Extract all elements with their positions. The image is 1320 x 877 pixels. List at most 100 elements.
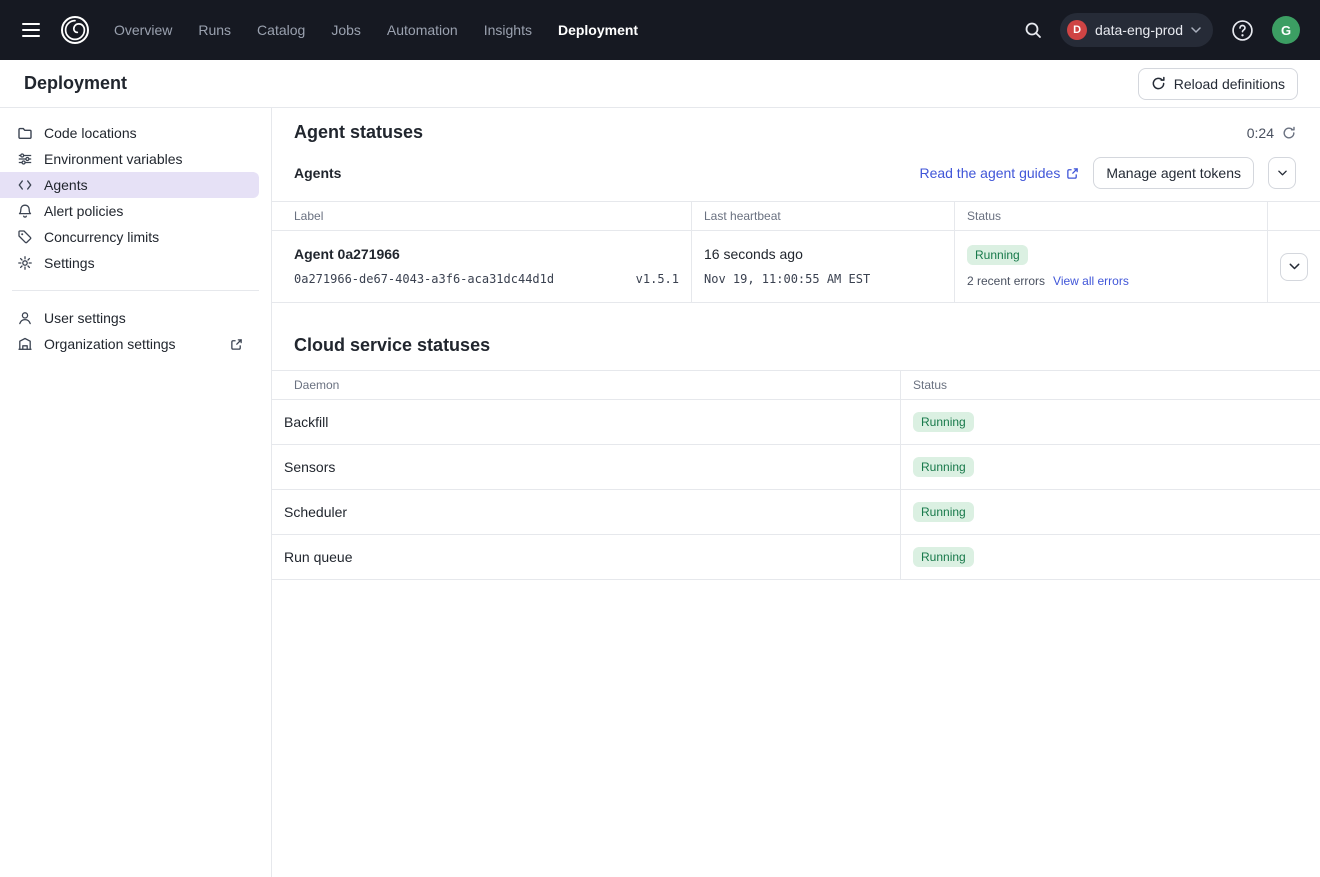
page-title: Deployment — [24, 73, 127, 94]
agent-recent-errors: 2 recent errors — [967, 274, 1045, 288]
agent-expander-cell — [1268, 231, 1320, 303]
reload-icon — [1151, 76, 1166, 91]
column-header-heartbeat: Last heartbeat — [692, 202, 955, 231]
sidebar-item-code-locations[interactable]: Code locations — [0, 120, 259, 146]
building-icon — [16, 336, 34, 352]
deployment-switcher[interactable]: D data-eng-prod — [1060, 13, 1213, 47]
sidebar-item-concurrency-limits[interactable]: Concurrency limits — [0, 224, 259, 250]
daemon-status-cell: Running — [901, 400, 1320, 445]
refresh-icon — [1282, 126, 1296, 140]
daemon-name: Scheduler — [284, 504, 347, 520]
nav-item-runs[interactable]: Runs — [198, 22, 231, 38]
daemon-name-cell: Run queue — [272, 535, 901, 580]
agent-heartbeat-cell: 16 seconds ago Nov 19, 11:00:55 AM EST — [692, 231, 955, 303]
deployment-badge: D — [1067, 20, 1087, 40]
column-header-status: Status — [955, 202, 1268, 231]
agent-heartbeat-timestamp: Nov 19, 11:00:55 AM EST — [704, 272, 942, 286]
sidebar-item-label: Concurrency limits — [44, 229, 159, 245]
daemon-name-cell: Backfill — [272, 400, 901, 445]
person-icon — [16, 310, 34, 326]
agent-name: Agent 0a271966 — [294, 245, 679, 263]
daemon-status-badge: Running — [913, 502, 974, 522]
primary-nav: Overview Runs Catalog Jobs Automation In… — [114, 22, 638, 38]
search-icon[interactable] — [1020, 17, 1046, 43]
agent-status-cell: Running 2 recent errors View all errors — [955, 231, 1268, 303]
nav-item-insights[interactable]: Insights — [484, 22, 532, 38]
daemon-status-badge: Running — [913, 412, 974, 432]
daemon-status-badge: Running — [913, 457, 974, 477]
agents-section-label: Agents — [294, 165, 341, 181]
gear-icon — [16, 255, 34, 271]
agent-status-badge: Running — [967, 245, 1028, 265]
column-header-daemon: Daemon — [272, 371, 901, 400]
daemon-name-cell: Scheduler — [272, 490, 901, 535]
reload-definitions-button[interactable]: Reload definitions — [1138, 68, 1298, 100]
daemon-name: Sensors — [284, 459, 335, 475]
nav-item-deployment[interactable]: Deployment — [558, 22, 638, 38]
sidebar-item-label: Code locations — [44, 125, 137, 141]
folder-icon — [16, 125, 34, 141]
daemon-name-cell: Sensors — [272, 445, 901, 490]
sidebar-item-environment-variables[interactable]: Environment variables — [0, 146, 259, 172]
daemon-status-cell: Running — [901, 445, 1320, 490]
agent-heartbeat-relative: 16 seconds ago — [704, 245, 942, 263]
agent-guides-link[interactable]: Read the agent guides — [919, 165, 1079, 181]
sidebar-item-agents[interactable]: Agents — [0, 172, 259, 198]
sidebar-item-label: Settings — [44, 255, 95, 271]
agent-statuses-title: Agent statuses — [294, 122, 423, 143]
agent-guides-link-label: Read the agent guides — [919, 165, 1060, 181]
agent-icon — [16, 177, 34, 193]
agent-label-cell: Agent 0a271966 0a271966-de67-4043-a3f6-a… — [272, 231, 692, 303]
dagster-logo-icon[interactable] — [58, 13, 92, 47]
chevron-down-icon — [1289, 263, 1300, 270]
user-avatar[interactable]: G — [1272, 16, 1300, 44]
manage-agent-tokens-button[interactable]: Manage agent tokens — [1093, 157, 1254, 189]
sidebar-item-label: User settings — [44, 310, 126, 326]
sidebar-item-organization-settings[interactable]: Organization settings — [0, 331, 259, 357]
view-all-errors-link[interactable]: View all errors — [1053, 274, 1129, 288]
top-navigation: Overview Runs Catalog Jobs Automation In… — [0, 0, 1320, 60]
nav-item-jobs[interactable]: Jobs — [331, 22, 361, 38]
nav-item-overview[interactable]: Overview — [114, 22, 172, 38]
sidebar-item-settings[interactable]: Settings — [0, 250, 259, 276]
sidebar-item-user-settings[interactable]: User settings — [0, 305, 259, 331]
daemon-name: Backfill — [284, 414, 328, 430]
daemon-status-badge: Running — [913, 547, 974, 567]
expand-agent-row-button[interactable] — [1280, 253, 1308, 281]
chevron-down-icon — [1191, 27, 1201, 33]
menu-icon[interactable] — [16, 17, 46, 43]
external-link-icon — [1066, 167, 1079, 180]
sidebar-item-label: Alert policies — [44, 203, 123, 219]
sidebar-item-label: Agents — [44, 177, 88, 193]
daemon-name: Run queue — [284, 549, 353, 565]
reload-definitions-label: Reload definitions — [1174, 76, 1285, 92]
column-header-label: Label — [272, 202, 692, 231]
sidebar-item-alert-policies[interactable]: Alert policies — [0, 198, 259, 224]
help-icon[interactable] — [1227, 15, 1258, 46]
daemon-status-cell: Running — [901, 490, 1320, 535]
sidebar-item-label: Environment variables — [44, 151, 183, 167]
tag-icon — [16, 229, 34, 245]
nav-item-automation[interactable]: Automation — [387, 22, 458, 38]
cloud-service-statuses-title: Cloud service statuses — [294, 335, 1320, 356]
cloud-services-table: Daemon Status Backfill Running Sensors R… — [272, 370, 1320, 580]
agents-more-actions-button[interactable] — [1268, 157, 1296, 189]
sliders-icon — [16, 151, 34, 167]
sidebar-divider — [12, 290, 259, 291]
manage-agent-tokens-label: Manage agent tokens — [1106, 165, 1241, 181]
column-header-status: Status — [901, 371, 1320, 400]
bell-icon — [16, 203, 34, 219]
agent-version: v1.5.1 — [636, 272, 679, 286]
agents-table: Label Last heartbeat Status Agent 0a2719… — [272, 201, 1320, 303]
chevron-down-icon — [1278, 170, 1287, 176]
deployment-name: data-eng-prod — [1095, 22, 1183, 38]
main-content: Agent statuses 0:24 Agents Read the agen… — [272, 108, 1320, 877]
refresh-countdown-value: 0:24 — [1247, 125, 1274, 141]
external-link-icon — [230, 338, 243, 351]
column-header-expander — [1268, 202, 1320, 231]
refresh-countdown[interactable]: 0:24 — [1247, 125, 1296, 141]
page-header: Deployment Reload definitions — [0, 60, 1320, 108]
sidebar-item-label: Organization settings — [44, 336, 176, 352]
nav-item-catalog[interactable]: Catalog — [257, 22, 305, 38]
agent-id: 0a271966-de67-4043-a3f6-aca31dc44d1d — [294, 272, 554, 286]
